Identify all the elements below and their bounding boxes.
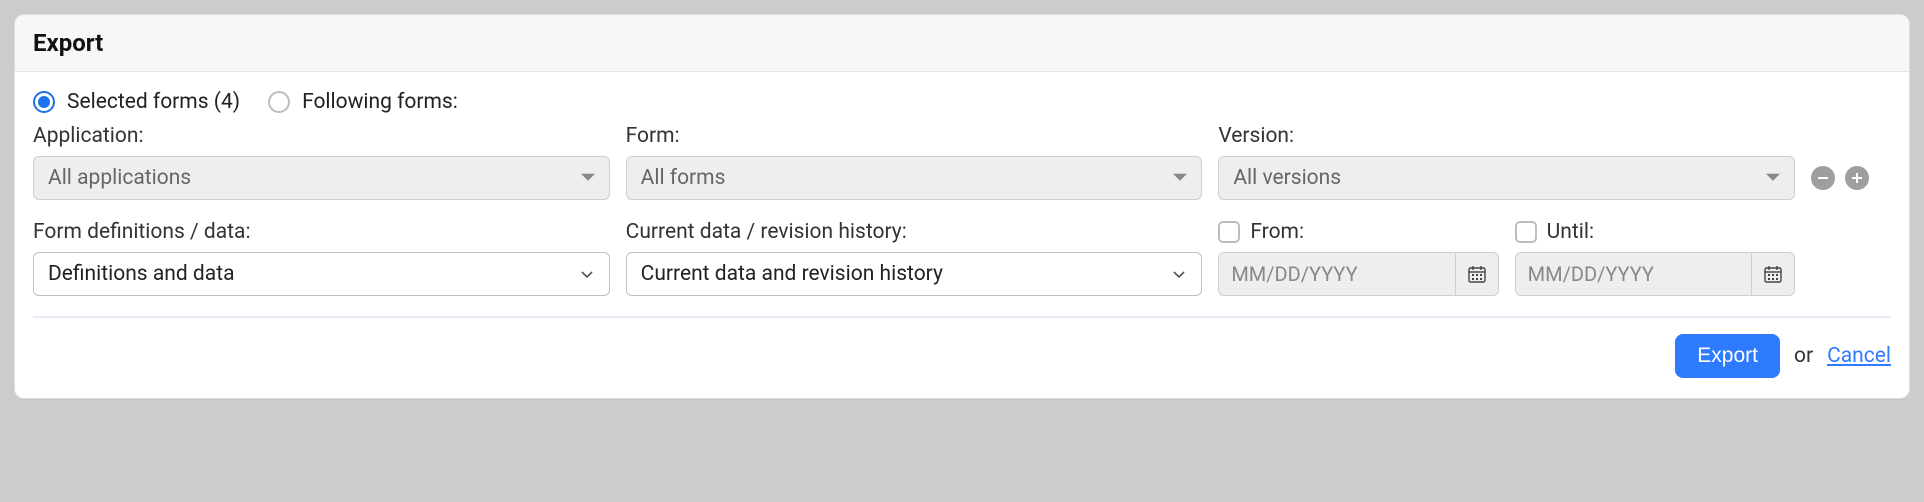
mode-radio-group: Selected forms (4) Following forms: xyxy=(33,90,1891,114)
until-field: Until: MM/DD/YYYY xyxy=(1515,220,1795,296)
version-label: Version: xyxy=(1218,124,1795,148)
revision-select[interactable]: Current data and revision history xyxy=(626,252,1203,296)
revision-field: Current data / revision history: Current… xyxy=(626,220,1203,296)
or-text: or xyxy=(1794,344,1813,368)
form-field: Form: All forms xyxy=(626,124,1203,200)
divider xyxy=(33,316,1891,318)
application-select[interactable]: All applications xyxy=(33,156,610,200)
application-label: Application: xyxy=(33,124,610,148)
until-placeholder: MM/DD/YYYY xyxy=(1528,262,1654,286)
from-field: From: MM/DD/YYYY xyxy=(1218,220,1498,296)
filters-row: Application: All applications Form: All … xyxy=(33,124,1891,200)
radio-selected-forms[interactable]: Selected forms (4) xyxy=(33,90,240,114)
form-select[interactable]: All forms xyxy=(626,156,1203,200)
row-actions xyxy=(1811,156,1891,200)
from-date-input[interactable]: MM/DD/YYYY xyxy=(1218,252,1454,296)
panel-title: Export xyxy=(15,15,1909,72)
from-checkbox[interactable] xyxy=(1218,221,1240,243)
until-label: Until: xyxy=(1547,220,1594,244)
calendar-icon xyxy=(1467,264,1487,284)
from-date-picker-button[interactable] xyxy=(1455,252,1499,296)
add-row-button[interactable] xyxy=(1845,166,1869,190)
radio-following-forms-label: Following forms: xyxy=(302,90,458,114)
radio-selected-forms-label: Selected forms (4) xyxy=(67,90,240,114)
version-field: Version: All versions xyxy=(1218,124,1795,200)
chevron-down-icon xyxy=(1766,171,1780,185)
form-label: Form: xyxy=(626,124,1203,148)
options-row: Form definitions / data: Definitions and… xyxy=(33,220,1891,296)
until-date-input[interactable]: MM/DD/YYYY xyxy=(1515,252,1751,296)
minus-icon xyxy=(1817,172,1829,184)
chevron-down-icon xyxy=(1171,266,1187,282)
form-value: All forms xyxy=(641,166,726,190)
chevron-down-icon xyxy=(579,266,595,282)
application-value: All applications xyxy=(48,166,191,190)
export-panel: Export Selected forms (4) Following form… xyxy=(14,14,1910,399)
from-label: From: xyxy=(1250,220,1304,244)
calendar-icon xyxy=(1763,264,1783,284)
panel-body: Selected forms (4) Following forms: Appl… xyxy=(15,72,1909,398)
remove-row-button[interactable] xyxy=(1811,166,1835,190)
radio-icon xyxy=(33,91,55,113)
chevron-down-icon xyxy=(1173,171,1187,185)
definitions-select[interactable]: Definitions and data xyxy=(33,252,610,296)
version-value: All versions xyxy=(1233,166,1341,190)
cancel-link[interactable]: Cancel xyxy=(1827,344,1891,368)
application-field: Application: All applications xyxy=(33,124,610,200)
export-button[interactable]: Export xyxy=(1675,334,1780,378)
chevron-down-icon xyxy=(581,171,595,185)
radio-icon xyxy=(268,91,290,113)
date-group: From: MM/DD/YYYY xyxy=(1218,220,1795,296)
footer: Export or Cancel xyxy=(33,334,1891,378)
definitions-field: Form definitions / data: Definitions and… xyxy=(33,220,610,296)
until-date-picker-button[interactable] xyxy=(1751,252,1795,296)
until-checkbox[interactable] xyxy=(1515,221,1537,243)
plus-icon xyxy=(1851,172,1863,184)
definitions-label: Form definitions / data: xyxy=(33,220,610,244)
revision-label: Current data / revision history: xyxy=(626,220,1203,244)
revision-value: Current data and revision history xyxy=(641,262,943,286)
radio-following-forms[interactable]: Following forms: xyxy=(268,90,458,114)
version-select[interactable]: All versions xyxy=(1218,156,1795,200)
definitions-value: Definitions and data xyxy=(48,262,235,286)
from-placeholder: MM/DD/YYYY xyxy=(1231,262,1357,286)
